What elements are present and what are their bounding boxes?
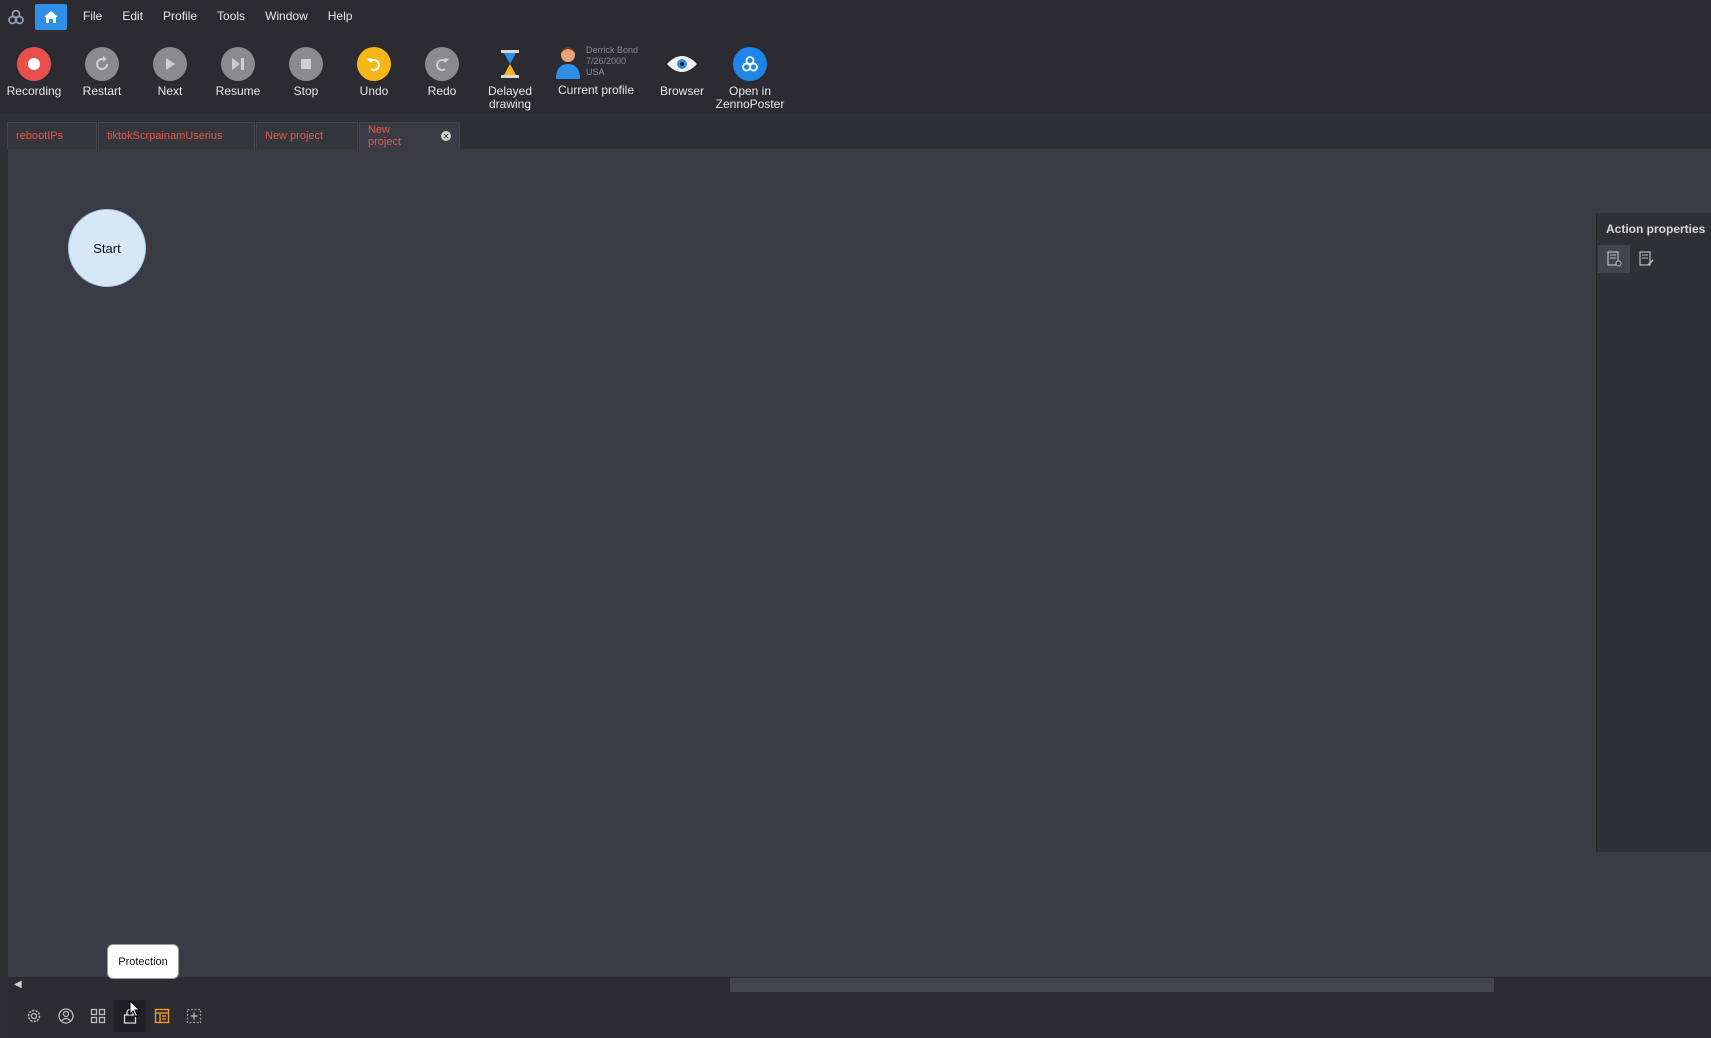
properties-settings-icon[interactable] — [1598, 245, 1630, 273]
action-properties-title: Action properties — [1606, 222, 1706, 236]
tab-rebootips[interactable]: rebootIPs — [7, 122, 97, 149]
eye-icon — [665, 47, 699, 81]
layout-panel-icon[interactable] — [146, 1000, 178, 1032]
bottom-toolbar — [8, 993, 1711, 1038]
play-icon — [153, 47, 187, 81]
home-button[interactable] — [35, 3, 67, 30]
avatar-icon — [555, 47, 580, 79]
restart-button[interactable]: Restart — [68, 33, 136, 98]
restart-icon — [85, 47, 119, 81]
mouse-cursor-icon — [129, 1000, 141, 1018]
menu-edit[interactable]: Edit — [112, 0, 153, 33]
undo-icon — [357, 47, 391, 81]
resume-button[interactable]: Resume — [204, 33, 272, 98]
current-profile-button[interactable]: Derrick Bond 7/26/2000 USA Current profi… — [544, 33, 648, 97]
properties-edit-icon[interactable] — [1630, 245, 1662, 273]
stop-icon — [289, 47, 323, 81]
scroll-left-icon[interactable]: ◀ — [14, 979, 22, 990]
menubar: File Edit Profile Tools Window Help — [0, 0, 1711, 33]
profile-country: USA — [585, 67, 605, 77]
stop-button[interactable]: Stop — [272, 33, 340, 98]
toolbar: Recording Restart Next Resume Stop Undo … — [0, 33, 1711, 113]
zennoposter-icon — [733, 47, 767, 81]
horizontal-scrollbar[interactable]: ◀ — [8, 977, 1711, 993]
action-properties-panel: Action properties — [1596, 213, 1711, 852]
menu-window[interactable]: Window — [255, 0, 318, 33]
profile-date: 7/26/2000 — [585, 56, 627, 66]
start-node[interactable]: Start — [68, 209, 146, 287]
open-in-zennoposter-button[interactable]: Open in ZennoPoster — [716, 33, 784, 111]
next-button[interactable]: Next — [136, 33, 204, 98]
profile-name: Derrick Bond — [585, 45, 639, 55]
grid-icon[interactable] — [82, 1000, 114, 1032]
record-icon — [17, 47, 51, 81]
delayed-drawing-button[interactable]: Delayed drawing — [476, 33, 544, 111]
tab-tiktokscrpainamuserius[interactable]: tiktokScrpainamUserius — [98, 122, 255, 149]
hourglass-icon — [493, 47, 527, 81]
menu-help[interactable]: Help — [318, 0, 363, 33]
zenno-logo-icon[interactable] — [0, 0, 32, 33]
menu-profile[interactable]: Profile — [153, 0, 207, 33]
recording-button[interactable]: Recording — [0, 33, 68, 98]
gear-icon[interactable] — [18, 1000, 50, 1032]
close-tab-icon[interactable]: ✕ — [441, 131, 451, 141]
tab-new-project-1[interactable]: New project — [256, 122, 358, 149]
add-block-icon[interactable] — [178, 1000, 210, 1032]
browser-button[interactable]: Browser — [648, 33, 716, 98]
tab-new-project-2[interactable]: New project ✕ — [359, 122, 460, 149]
scrollbar-thumb[interactable] — [730, 978, 1494, 992]
undo-button[interactable]: Undo — [340, 33, 408, 98]
protection-tooltip: Protection — [107, 944, 179, 979]
redo-icon — [425, 47, 459, 81]
redo-button[interactable]: Redo — [408, 33, 476, 98]
current-profile-label: Current profile — [557, 83, 635, 97]
project-tabs: rebootIPs tiktokScrpainamUserius New pro… — [0, 113, 1711, 149]
user-circle-icon[interactable] — [50, 1000, 82, 1032]
home-icon — [44, 10, 58, 23]
menu-tools[interactable]: Tools — [207, 0, 255, 33]
project-canvas[interactable] — [8, 149, 1711, 977]
menu-file[interactable]: File — [73, 0, 112, 33]
left-edge — [0, 149, 8, 1038]
resume-icon — [221, 47, 255, 81]
